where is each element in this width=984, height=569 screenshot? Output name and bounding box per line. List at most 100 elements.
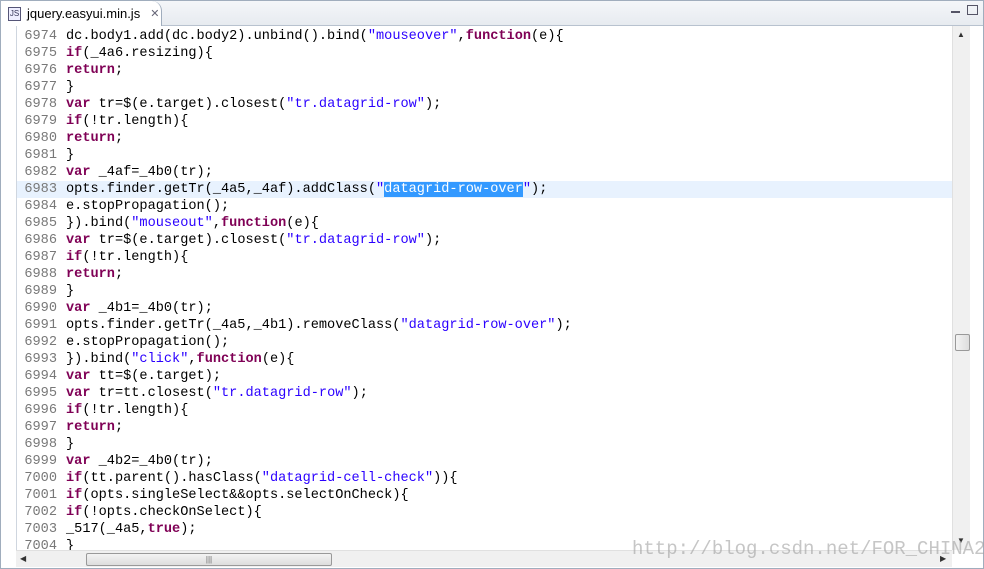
code-token: (!tr.length){ [82, 403, 189, 418]
code-line[interactable]: 6995 var tr=tt.closest("tr.datagrid-row")… [17, 385, 953, 402]
code-line[interactable]: 6987 if(!tr.length){ [17, 249, 953, 266]
code-line[interactable]: 7002 if(!opts.checkOnSelect){ [17, 504, 953, 521]
vertical-scrollbar[interactable]: ▲ ▼ [952, 26, 970, 550]
scroll-up-icon[interactable]: ▲ [957, 30, 965, 39]
code-line[interactable]: 6982 var _4af=_4b0(tr); [17, 164, 953, 181]
line-number: 6980 [24, 131, 57, 146]
keyword-token: true [147, 522, 181, 537]
code-token: } [66, 284, 75, 299]
line-number: 6986 [24, 233, 57, 248]
line-number: 6975 [24, 46, 57, 61]
line-number: 6990 [24, 301, 57, 316]
code-line[interactable]: 6981} [17, 147, 953, 164]
code-line[interactable]: 6985}).bind("mouseout",function(e){ [17, 215, 953, 232]
string-token: "tr.datagrid-row" [286, 233, 425, 248]
vertical-scroll-thumb[interactable] [955, 334, 970, 351]
horizontal-scroll-thumb[interactable]: ||| [86, 553, 332, 566]
code-text: if(opts.singleSelect&&opts.selectOnCheck… [66, 487, 409, 504]
keyword-token: return [66, 267, 115, 282]
line-number: 6984 [24, 199, 57, 214]
code-line[interactable]: 6998} [17, 436, 953, 453]
line-number: 6979 [24, 114, 57, 129]
code-token: ; [114, 63, 124, 78]
code-text: if(tt.parent().hasClass("datagrid-cell-c… [66, 470, 458, 487]
code-token: (e){ [531, 29, 564, 44]
line-number: 6994 [24, 369, 57, 384]
string-token: "datagrid-cell-check" [261, 471, 434, 486]
code-token: (tt.parent().hasClass( [82, 471, 262, 486]
editor-tab-bar: JS jquery.easyui.min.js ✕ [1, 1, 983, 26]
code-line[interactable]: 6996 if(!tr.length){ [17, 402, 953, 419]
code-line[interactable]: 7001 if(opts.singleSelect&&opts.selectOnC… [17, 487, 953, 504]
code-text: var _4af=_4b0(tr); [66, 164, 213, 181]
keyword-token: return [66, 420, 115, 435]
line-number: 6987 [24, 250, 57, 265]
code-text: if(_4a6.resizing){ [66, 45, 213, 62]
code-text: } [66, 538, 74, 550]
code-token: ); [424, 233, 442, 248]
code-token: , [188, 352, 197, 367]
code-line[interactable]: 7000 if(tt.parent().hasClass("datagrid-ce… [17, 470, 953, 487]
code-token: }).bind( [66, 352, 132, 367]
code-line[interactable]: 6983 opts.finder.getTr(_4a5,_4af).addClas… [17, 181, 953, 198]
code-token: (!tr.length){ [82, 250, 189, 265]
code-line[interactable]: 7003 _517(_4a5,true); [17, 521, 953, 538]
code-line[interactable]: 6976 return; [17, 62, 953, 79]
string-token: "mouseover" [367, 29, 458, 44]
code-line[interactable]: 6978 var tr=$(e.target).closest("tr.datag… [17, 96, 953, 113]
code-text: if(!tr.length){ [66, 402, 188, 419]
keyword-token: if [66, 250, 83, 265]
code-token: opts.finder.getTr(_4a5,_4b1).removeClass… [66, 318, 401, 333]
code-line[interactable]: 6988 return; [17, 266, 953, 283]
code-token: } [66, 148, 75, 163]
code-line[interactable]: 6986 var tr=$(e.target).closest("tr.datag… [17, 232, 953, 249]
line-number: 6991 [24, 318, 57, 333]
line-number: 6997 [24, 420, 57, 435]
line-number: 6982 [24, 165, 57, 180]
maximize-icon[interactable] [967, 5, 978, 15]
code-editor[interactable]: 6974 dc.body1.add(dc.body2).unbind().bind… [16, 26, 953, 550]
code-token: _4af=_4b0(tr); [90, 165, 213, 180]
minimize-icon[interactable] [951, 5, 960, 13]
line-number: 7003 [24, 522, 57, 537]
code-text: e.stopPropagation(); [66, 334, 229, 351]
code-line[interactable]: 6999 var _4b2=_4b0(tr); [17, 453, 953, 470]
code-token: (e){ [261, 352, 295, 367]
code-line[interactable]: 6975 if(_4a6.resizing){ [17, 45, 953, 62]
code-token: tr=$(e.target).closest( [90, 233, 287, 248]
code-token: )){ [433, 471, 458, 486]
code-text: var tr=$(e.target).closest("tr.datagrid-… [66, 96, 441, 113]
code-token: ); [180, 522, 197, 537]
code-token: ); [351, 386, 368, 401]
code-line[interactable]: 6989} [17, 283, 953, 300]
code-line[interactable]: 6980 return; [17, 130, 953, 147]
code-token: (!tr.length){ [82, 114, 189, 129]
code-line[interactable]: 6997 return; [17, 419, 953, 436]
code-line[interactable]: 6984 e.stopPropagation(); [17, 198, 953, 215]
editor-tab[interactable]: JS jquery.easyui.min.js ✕ [1, 1, 162, 26]
code-line[interactable]: 6991 opts.finder.getTr(_4a5,_4b1).removeC… [17, 317, 953, 334]
keyword-token: var [66, 386, 91, 401]
code-line[interactable]: 6994 var tt=$(e.target); [17, 368, 953, 385]
code-line[interactable]: 6979 if(!tr.length){ [17, 113, 953, 130]
line-number: 6976 [24, 63, 57, 78]
code-line[interactable]: 6990 var _4b1=_4b0(tr); [17, 300, 953, 317]
code-line[interactable]: 6977} [17, 79, 953, 96]
code-token: tr=$(e.target).closest( [90, 97, 287, 112]
close-icon[interactable]: ✕ [150, 7, 159, 20]
string-token: " [522, 182, 532, 197]
line-number: 6974 [24, 29, 57, 44]
code-line[interactable]: 6974 dc.body1.add(dc.body2).unbind().bind… [17, 28, 953, 45]
code-token: , [212, 216, 222, 231]
code-line[interactable]: 6993}).bind("click",function(e){ [17, 351, 953, 368]
line-number: 7001 [24, 488, 57, 503]
editor-window: JS jquery.easyui.min.js ✕ 6974 dc.body1.a… [0, 0, 984, 569]
line-number: 6983 [24, 182, 57, 197]
code-token: _4b1=_4b0(tr); [90, 301, 213, 316]
scroll-left-icon[interactable]: ◀ [20, 554, 26, 563]
keyword-token: function [196, 352, 262, 367]
code-token: ; [114, 131, 124, 146]
code-token: }).bind( [66, 216, 132, 231]
code-line[interactable]: 6992 e.stopPropagation(); [17, 334, 953, 351]
code-token: _517(_4a5, [66, 522, 148, 537]
